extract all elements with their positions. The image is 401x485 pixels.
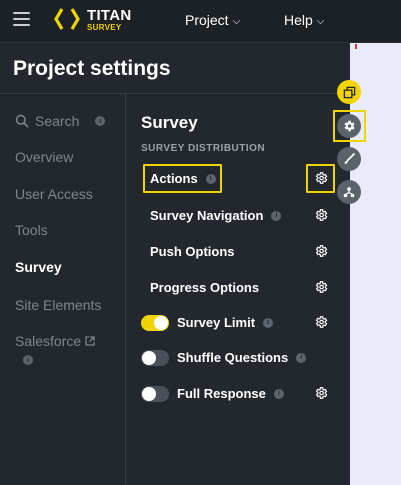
gear-icon[interactable]	[314, 208, 328, 222]
logo-mark-icon	[54, 8, 80, 30]
share-nodes-icon	[343, 187, 355, 198]
nav-help-menu[interactable]: Help ⌵	[284, 12, 324, 28]
panel-divider	[0, 93, 350, 94]
sidebar-search-label: Search	[35, 113, 80, 129]
toggle-knob	[154, 316, 168, 330]
section-subtitle: SURVEY DISTRIBUTION	[141, 143, 266, 154]
nav-help-label: Help	[284, 12, 313, 28]
sidebar-item-label: Salesforce	[15, 333, 82, 349]
panel-title: Project settings	[13, 57, 171, 80]
info-icon: i	[296, 352, 307, 363]
nav-project-label: Project	[185, 12, 229, 28]
sidebar-item-label: User Access	[15, 186, 93, 202]
gear-icon[interactable]	[314, 386, 328, 400]
sidebar-item-label: Survey	[15, 259, 62, 275]
share-nodes-button[interactable]	[337, 180, 361, 204]
settings-icon	[344, 120, 355, 132]
row-label: Full Response	[177, 386, 266, 401]
toggle-knob	[142, 387, 156, 401]
row-label: Progress Options	[150, 280, 260, 295]
row-actions[interactable]: Actions i	[150, 171, 216, 186]
chevron-down-icon: ⌵	[232, 15, 241, 27]
sidebar-item-user-access[interactable]: User Access	[15, 186, 93, 202]
row-label: Survey Limit	[177, 315, 256, 330]
row-progress-options[interactable]: Progress Options	[150, 280, 259, 295]
row-survey-limit[interactable]: Survey Limit i	[177, 315, 274, 330]
top-bar: TITAN SURVEY Project ⌵ Help ⌵	[0, 0, 401, 43]
sidebar-item-salesforce[interactable]: Salesforce	[15, 333, 95, 349]
search-icon	[15, 114, 29, 128]
info-icon: i	[271, 210, 282, 221]
hamburger-menu-icon[interactable]	[13, 12, 30, 26]
chevron-down-icon: ⌵	[316, 15, 325, 27]
brush-icon	[344, 153, 355, 164]
sidebar-item-label: Tools	[15, 222, 48, 238]
logo-title: TITAN	[87, 7, 132, 24]
sidebar-item-tools[interactable]: Tools	[15, 222, 48, 238]
row-label: Actions	[150, 171, 198, 186]
canvas-marker	[355, 44, 357, 49]
row-shuffle-questions[interactable]: Shuffle Questions i	[177, 350, 307, 365]
gear-icon[interactable]	[314, 280, 328, 294]
survey-limit-toggle[interactable]	[141, 315, 169, 331]
logo-subtitle: SURVEY	[87, 23, 122, 32]
nav-project-menu[interactable]: Project ⌵	[185, 12, 240, 28]
row-survey-navigation[interactable]: Survey Navigation i	[150, 208, 282, 223]
sidebar-item-overview[interactable]: Overview	[15, 149, 73, 165]
gear-icon[interactable]	[314, 171, 328, 185]
shuffle-questions-toggle[interactable]	[141, 350, 169, 366]
row-label: Shuffle Questions	[177, 350, 289, 365]
layers-button[interactable]	[337, 80, 361, 104]
project-settings-panel: Project settings Search i Overview User …	[0, 43, 350, 485]
gear-icon[interactable]	[314, 244, 328, 258]
row-full-response[interactable]: Full Response i	[177, 386, 284, 401]
sidebar-item-site-elements[interactable]: Site Elements	[15, 297, 101, 313]
titan-survey-logo[interactable]: TITAN SURVEY	[54, 6, 134, 34]
sidebar-divider	[125, 94, 126, 485]
full-response-toggle[interactable]	[141, 386, 169, 402]
row-push-options[interactable]: Push Options	[150, 244, 235, 259]
gear-icon[interactable]	[314, 315, 328, 329]
sidebar-search[interactable]: Search i	[15, 113, 106, 129]
info-icon: i	[95, 116, 106, 126]
sidebar-item-label: Overview	[15, 149, 74, 165]
info-icon: i	[273, 388, 284, 399]
row-label: Survey Navigation	[150, 208, 264, 223]
toggle-knob	[142, 351, 156, 365]
brush-button[interactable]	[337, 147, 361, 171]
info-icon: i	[23, 355, 33, 365]
layers-icon	[343, 86, 355, 98]
sidebar-item-label: Site Elements	[15, 297, 102, 313]
info-icon: i	[205, 173, 216, 184]
external-link-icon	[85, 336, 95, 346]
info-icon: i	[263, 317, 274, 328]
sidebar-item-survey[interactable]: Survey	[15, 259, 62, 275]
row-label: Push Options	[150, 244, 235, 259]
section-title: Survey	[141, 113, 198, 132]
settings-button[interactable]	[337, 114, 361, 138]
